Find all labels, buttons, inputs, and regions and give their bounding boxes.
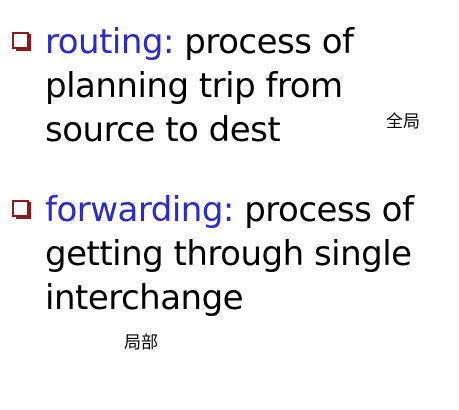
annotation-local: 局部 xyxy=(124,333,158,353)
checkbox-bullet-icon xyxy=(12,200,31,219)
checkbox-bullet-icon xyxy=(12,32,31,51)
term-forwarding: forwarding: xyxy=(45,190,234,230)
bullet-text: forwarding: process of getting through s… xyxy=(45,188,455,320)
slide: routing: process of planning trip from s… xyxy=(0,0,459,410)
bullet-text: routing: process of planning trip from s… xyxy=(45,20,455,152)
term-routing: routing: xyxy=(45,22,174,62)
annotation-global: 全局 xyxy=(386,112,420,132)
